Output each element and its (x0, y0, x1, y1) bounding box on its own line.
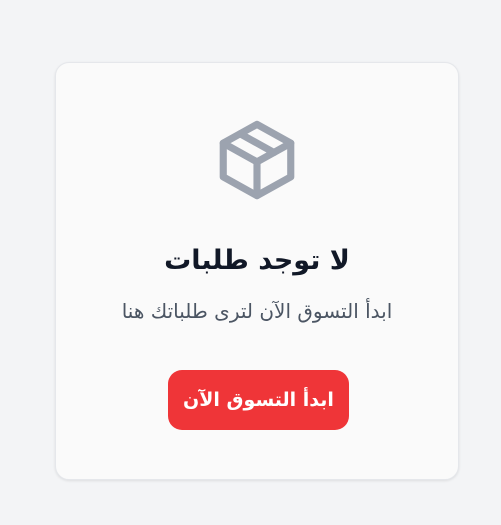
empty-state-message: ابدأ التسوق الآن لترى طلباتك هنا (121, 299, 393, 323)
empty-state-title: لا توجد طلبات (164, 245, 350, 276)
empty-orders-card: لا توجد طلبات ابدأ التسوق الآن لترى طلبا… (55, 62, 459, 480)
start-shopping-button[interactable]: ابدأ التسوق الآن (168, 370, 349, 430)
box-icon (212, 115, 302, 205)
